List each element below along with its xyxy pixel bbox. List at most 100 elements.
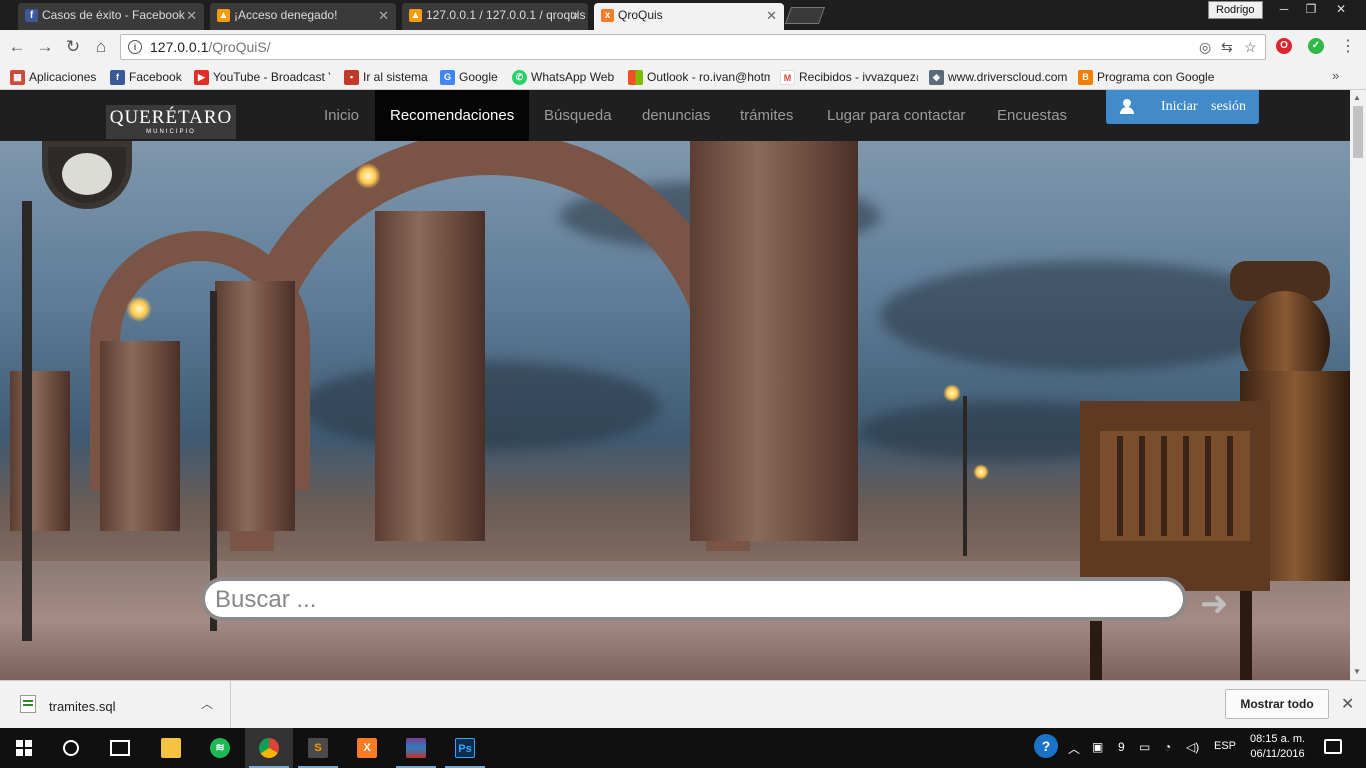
task-view-icon[interactable] — [110, 740, 130, 756]
back-icon[interactable]: ← — [6, 36, 28, 58]
opera-extension-icon[interactable]: O — [1276, 38, 1292, 54]
browser-toolbar: ← → ↻ ⌂ i 127.0.0.1/QroQuiS/ ◎ ⇆ ☆ O ✓ ⋮ — [0, 30, 1366, 64]
bookmark-gmail[interactable]: M Recibidos - ivvazquez@gmail.com — [780, 68, 918, 86]
scroll-thumb[interactable] — [1353, 106, 1363, 158]
site-info-icon[interactable]: i — [128, 40, 142, 54]
nav-encuestas[interactable]: Encuestas — [982, 90, 1082, 141]
bookmark-whatsapp[interactable]: ✆ WhatsApp Web — [512, 68, 620, 86]
network-drive-icon[interactable]: ▣ — [1092, 740, 1103, 754]
windows-icon — [628, 70, 643, 85]
taskbar-sublime-text[interactable]: S — [294, 728, 342, 768]
lamp-light — [973, 464, 989, 480]
tab-qroquis[interactable]: x QroQuis ✕ — [594, 3, 784, 30]
bookmark-blogger[interactable]: B Programa con Google — [1078, 68, 1218, 86]
taskbar-xampp[interactable]: X — [343, 728, 391, 768]
gmail-icon: M — [780, 70, 795, 85]
system-clock[interactable]: 08:15 a. m. 06/11/2016 — [1250, 732, 1305, 762]
url-text[interactable]: 127.0.0.1/QroQuiS/ — [150, 39, 271, 55]
action-center-icon[interactable] — [1324, 739, 1342, 754]
close-icon[interactable]: ✕ — [570, 3, 581, 28]
nav-tramites[interactable]: trámites — [725, 90, 808, 141]
close-window-icon[interactable]: ✕ — [1326, 0, 1356, 18]
logo-title: QUERÉTARO — [109, 107, 233, 128]
aqueduct-pillar — [10, 371, 70, 531]
notification-count[interactable]: 9 — [1118, 740, 1125, 754]
bookmark-youtube[interactable]: ▶ YouTube - Broadcast Yourself — [194, 68, 330, 86]
nav-lugar-para-contactar[interactable]: Lugar para contactar — [812, 90, 980, 141]
nav-denuncias[interactable]: denuncias — [627, 90, 725, 141]
nav-busqueda[interactable]: Búsqueda — [529, 90, 627, 141]
help-icon[interactable]: ? — [1034, 734, 1058, 758]
tab-strip: f Casos de éxito - Facebook ✕ ▲ ¡Acceso … — [0, 0, 1366, 30]
bookmark-label: Outlook - ro.ivan@hotmail.com — [647, 70, 770, 84]
youtube-icon: ▶ — [194, 70, 209, 85]
volume-icon[interactable]: ◁) — [1186, 740, 1199, 754]
lamp-post — [963, 396, 967, 556]
close-icon[interactable]: ✕ — [766, 3, 777, 28]
more-bookmarks-icon[interactable]: » — [1332, 68, 1339, 83]
search-box[interactable] — [201, 577, 1187, 621]
home-icon[interactable]: ⌂ — [90, 36, 112, 58]
menu-icon[interactable]: ⋮ — [1340, 36, 1356, 56]
check-extension-icon[interactable]: ✓ — [1308, 38, 1324, 54]
minimize-icon[interactable]: ─ — [1270, 0, 1298, 18]
windows-start-icon[interactable] — [16, 740, 32, 756]
restore-icon[interactable]: ❐ — [1297, 0, 1325, 18]
translate-icon[interactable]: ⇆ — [1221, 39, 1233, 56]
show-hidden-icons-icon[interactable]: ︿ — [1068, 740, 1080, 757]
wifi-icon[interactable]: ◔ — [1164, 740, 1171, 754]
file-explorer-icon — [161, 738, 181, 758]
tab-acceso-denegado[interactable]: ▲ ¡Acceso denegado! ✕ — [210, 3, 396, 30]
bookmark-google[interactable]: G Google — [440, 68, 504, 86]
nav-recomendaciones[interactable]: Recomendaciones — [375, 90, 529, 141]
queretaro-logo[interactable]: QUERÉTARO MUNICIPIO — [106, 105, 236, 139]
bookmark-ir-al-sistema[interactable]: ▪ Ir al sistema — [344, 68, 432, 86]
aqueduct-pillar — [215, 281, 295, 531]
profile-button[interactable]: Rodrigo — [1208, 1, 1263, 19]
chevron-up-icon[interactable]: ︿ — [201, 695, 213, 712]
tab-title: QroQuis — [618, 8, 663, 22]
bookmark-driverscloud[interactable]: ◆ www.driverscloud.com — [929, 68, 1069, 86]
close-icon[interactable]: ✕ — [378, 3, 389, 28]
language-indicator[interactable]: ESP — [1214, 740, 1236, 752]
login-button[interactable]: Iniciar sesión — [1106, 90, 1259, 124]
taskbar-photoshop[interactable]: Ps — [441, 728, 489, 768]
driverscloud-icon: ◆ — [929, 70, 944, 85]
bookmark-apps[interactable]: ▦ Aplicaciones — [10, 68, 102, 86]
bookmark-star-icon[interactable]: ☆ — [1244, 39, 1257, 56]
bookmark-label: Recibidos - ivvazquez@gmail.com — [799, 70, 918, 84]
download-item[interactable]: tramites.sql ︿ — [0, 681, 231, 729]
address-bar[interactable]: i 127.0.0.1/QroQuiS/ ◎ ⇆ ☆ — [120, 34, 1266, 60]
tab-title: 127.0.0.1 / 127.0.0.1 / qroquis — [426, 8, 586, 22]
page-scrollbar[interactable]: ▲ ▼ — [1350, 90, 1366, 680]
taskbar-winrar[interactable] — [392, 728, 440, 768]
cortana-search-icon[interactable] — [63, 740, 79, 756]
taskbar-file-explorer[interactable] — [147, 728, 195, 768]
tab-phpmyadmin[interactable]: ▲ 127.0.0.1 / 127.0.0.1 / qroquis ✕ — [402, 3, 588, 30]
new-tab-button[interactable] — [784, 7, 826, 24]
reload-icon[interactable]: ↻ — [62, 36, 84, 58]
bookmark-facebook[interactable]: f Facebook — [110, 68, 186, 86]
bookmark-label: Facebook — [129, 70, 182, 84]
taskbar-chrome[interactable] — [245, 728, 293, 768]
bookmark-outlook[interactable]: Outlook - ro.ivan@hotmail.com — [628, 68, 770, 86]
tab-title: ¡Acceso denegado! — [234, 8, 338, 22]
windows-taskbar: ≋ S X Ps ? ︿ ▣ 9 ▭ ◔ ◁) ESP 08:15 a. m. … — [0, 728, 1366, 768]
whatsapp-icon: ✆ — [512, 70, 527, 85]
location-icon[interactable]: ◎ — [1199, 39, 1211, 56]
show-all-downloads-button[interactable]: Mostrar todo — [1225, 689, 1329, 719]
nav-inicio[interactable]: Inicio — [309, 90, 374, 141]
tab-casos-de-exito[interactable]: f Casos de éxito - Facebook ✕ — [18, 3, 204, 30]
battery-icon[interactable]: ▭ — [1139, 740, 1150, 754]
search-input[interactable] — [215, 585, 1165, 615]
close-icon[interactable]: ✕ — [1341, 694, 1354, 714]
scroll-up-icon[interactable]: ▲ — [1353, 93, 1361, 102]
scroll-down-icon[interactable]: ▼ — [1353, 667, 1361, 676]
aqueduct-pillar — [100, 341, 180, 531]
taskbar-spotify[interactable]: ≋ — [196, 728, 244, 768]
close-icon[interactable]: ✕ — [186, 3, 197, 28]
bookmark-label: Programa con Google — [1097, 70, 1215, 84]
bookmark-label: Ir al sistema — [363, 70, 428, 84]
forward-icon[interactable]: → — [34, 36, 56, 58]
search-submit-arrow-icon[interactable]: ➜ — [1200, 587, 1229, 621]
